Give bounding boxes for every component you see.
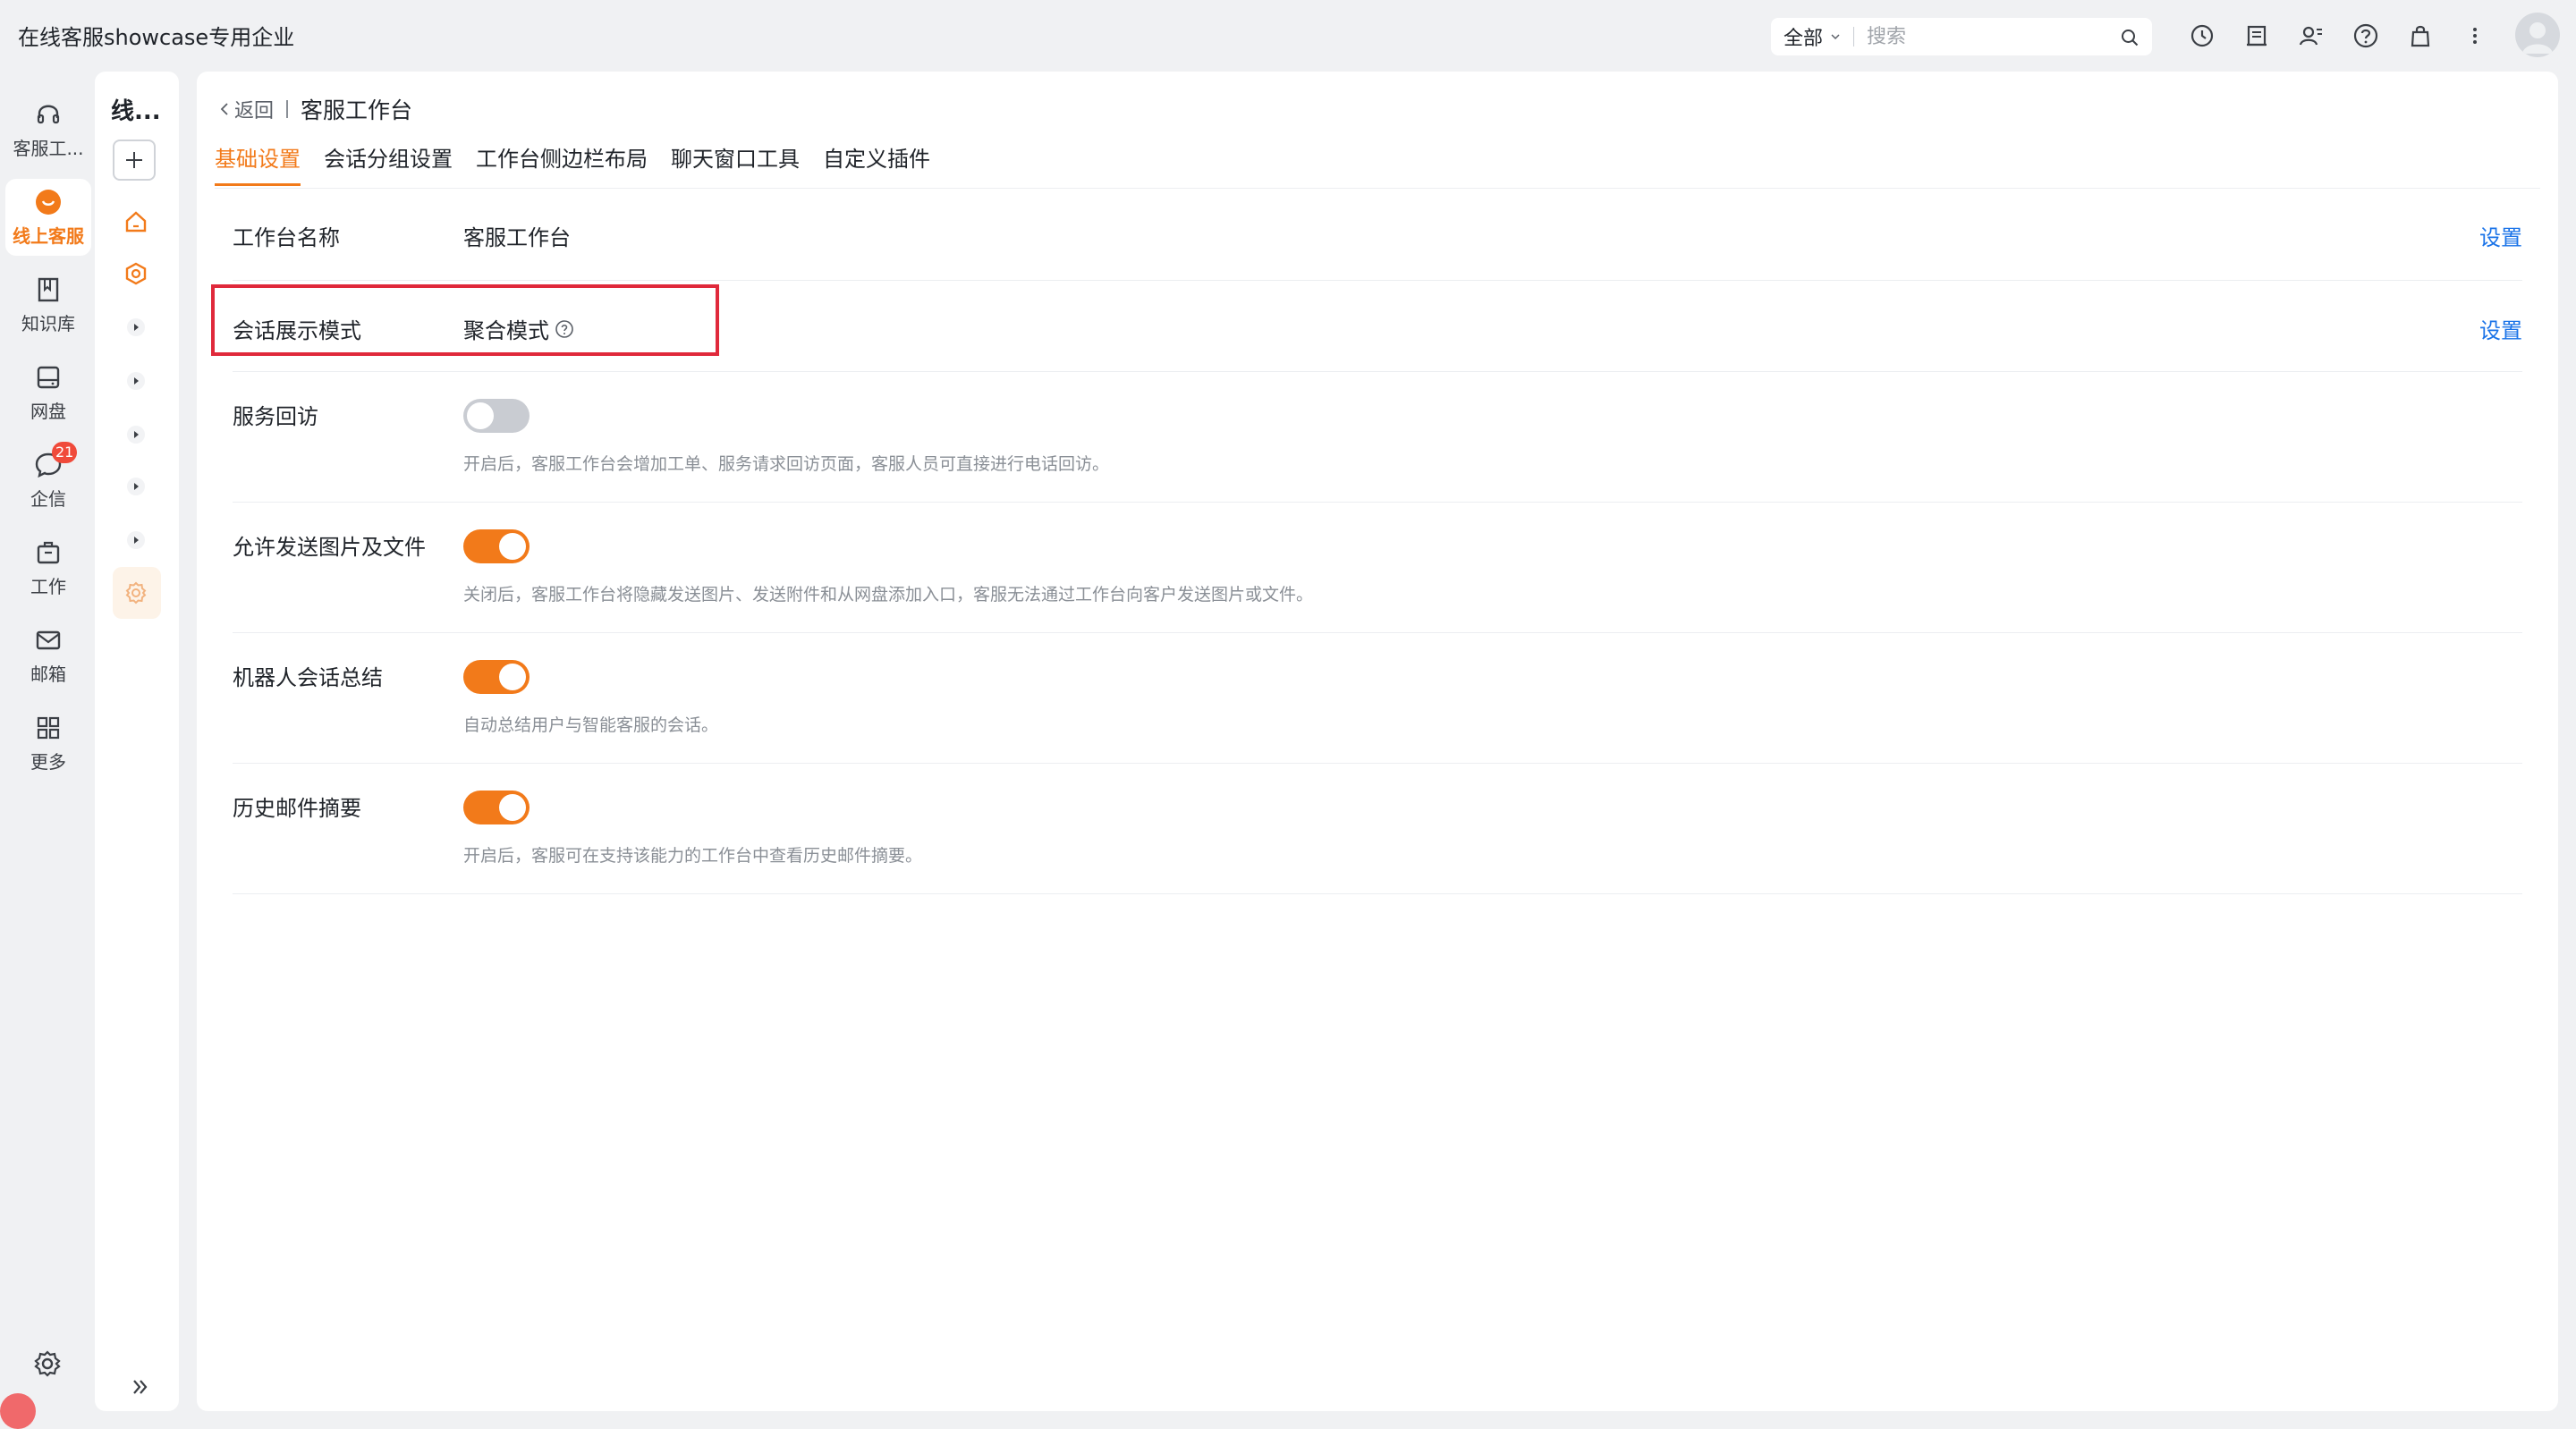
rail-item-label: 工作 [30, 575, 66, 597]
expand-arrow-icon[interactable] [122, 367, 150, 395]
setting-description: 自动总结用户与智能客服的会话。 [463, 715, 719, 735]
rail-item-online-service[interactable]: 线上客服 [5, 179, 91, 256]
setting-value: 客服工作台 [463, 225, 571, 250]
left-rail: 客服工... 线上客服 知识库 网盘 21 企信 工作 邮箱 更多 [0, 72, 93, 1429]
chat-bubble-icon [36, 189, 61, 215]
search-divider [1853, 27, 1855, 47]
setting-label: 服务回访 [233, 404, 318, 429]
clock-icon[interactable] [2186, 20, 2218, 52]
rail-item-mail[interactable]: 邮箱 [5, 617, 91, 694]
setting-row-files: 允许发送图片及文件 关闭后，客服工作台将隐藏发送图片、发送附件和从网盘添加入口，… [233, 503, 2522, 633]
rail-item-label: 更多 [30, 750, 66, 773]
toggle-knob [499, 664, 526, 690]
back-label: 返回 [234, 100, 275, 123]
avatar[interactable] [2515, 13, 2560, 57]
message-icon-wrap: 21 [34, 441, 78, 479]
search-input[interactable] [1867, 25, 2109, 48]
add-button[interactable] [113, 140, 156, 181]
rail-item-knowledge-base[interactable]: 知识库 [5, 266, 91, 343]
mail-toggle[interactable] [463, 791, 530, 824]
setting-label: 历史邮件摘要 [233, 796, 361, 821]
rail-item-messenger[interactable]: 21 企信 [5, 441, 91, 519]
rail-item-label: 企信 [30, 487, 66, 510]
main-panel: 返回 客服工作台 基础设置 会话分组设置 工作台侧边栏布局 聊天窗口工具 自定义… [197, 72, 2558, 1411]
name-settings-link[interactable]: 设置 [2479, 220, 2522, 251]
tab-divider [215, 188, 2540, 189]
expand-arrow-icon[interactable] [122, 420, 150, 449]
toggle-knob [499, 533, 526, 560]
hexagon-icon[interactable] [122, 259, 150, 288]
rail-item-service-desk[interactable]: 客服工... [5, 91, 91, 168]
back-link[interactable]: 返回 [218, 95, 274, 123]
search-icon[interactable] [2120, 28, 2140, 47]
rail-item-label: 网盘 [30, 400, 66, 422]
setting-description: 开启后，客服可在支持该能力的工作台中查看历史邮件摘要。 [463, 846, 923, 866]
rail-item-label: 客服工... [13, 137, 84, 159]
rail-item-drive[interactable]: 网盘 [5, 354, 91, 431]
briefcase-icon [37, 541, 60, 563]
double-chevron-right-icon[interactable] [129, 1375, 152, 1399]
grid-icon [37, 716, 60, 739]
toggle-knob [499, 794, 526, 821]
setting-description: 关闭后，客服工作台将隐藏发送图片、发送附件和从网盘添加入口，客服无法通过工作台向… [463, 585, 1314, 605]
expand-arrow-icon[interactable] [122, 472, 150, 501]
setting-row-mail: 历史邮件摘要 开启后，客服可在支持该能力的工作台中查看历史邮件摘要。 [233, 764, 2522, 894]
summary-toggle[interactable] [463, 660, 530, 694]
status-dot [0, 1393, 36, 1429]
drive-icon [37, 366, 60, 388]
breadcrumb: 返回 客服工作台 [218, 93, 412, 125]
setting-label: 机器人会话总结 [233, 665, 383, 690]
followup-toggle[interactable] [463, 399, 530, 433]
setting-row-name: 工作台名称 客服工作台 设置 [233, 190, 2522, 281]
chevron-left-icon [220, 103, 228, 115]
rail-item-more[interactable]: 更多 [5, 705, 91, 782]
search-scope-label: 全部 [1784, 28, 1824, 50]
toggle-knob [467, 402, 494, 429]
tab-bar: 基础设置 会话分组设置 工作台侧边栏布局 聊天窗口工具 自定义插件 [215, 141, 953, 188]
secondary-rail: 线... [95, 72, 179, 1411]
tab-session-groups[interactable]: 会话分组设置 [324, 141, 453, 186]
book-icon [38, 277, 59, 301]
tab-custom-plugins[interactable]: 自定义插件 [823, 141, 930, 186]
tab-sidebar-layout[interactable]: 工作台侧边栏布局 [476, 141, 648, 186]
settings-gear-icon[interactable] [32, 1349, 63, 1379]
bag-icon[interactable] [2404, 20, 2436, 52]
rail-item-label: 线上客服 [13, 224, 84, 247]
tab-basic-settings[interactable]: 基础设置 [215, 141, 301, 186]
tab-chat-tools[interactable]: 聊天窗口工具 [671, 141, 800, 186]
unread-badge: 21 [52, 441, 78, 463]
mail-icon [36, 630, 61, 649]
setting-label: 工作台名称 [233, 225, 340, 250]
breadcrumb-divider [286, 100, 289, 118]
setting-row-followup: 服务回访 开启后，客服工作台会增加工单、服务请求回访页面，客服人员可直接进行电话… [233, 372, 2522, 503]
setting-label: 允许发送图片及文件 [233, 535, 426, 560]
headset-icon [37, 105, 60, 123]
more-vertical-icon[interactable] [2459, 20, 2491, 52]
setting-row-summary: 机器人会话总结 自动总结用户与智能客服的会话。 [233, 633, 2522, 764]
secondary-rail-title: 线... [111, 98, 161, 125]
setting-description: 开启后，客服工作台会增加工单、服务请求回访页面，客服人员可直接进行电话回访。 [463, 454, 1110, 474]
files-toggle[interactable] [463, 529, 530, 563]
help-circle-icon[interactable] [2350, 20, 2382, 52]
rail-item-work[interactable]: 工作 [5, 529, 91, 606]
mode-settings-link[interactable]: 设置 [2479, 313, 2522, 344]
top-icon-group [2186, 20, 2513, 52]
plus-icon [126, 152, 142, 168]
expand-arrow-icon[interactable] [122, 526, 150, 554]
top-bar: 在线客服showcase专用企业 全部 [0, 0, 2576, 72]
rail-item-label: 邮箱 [30, 663, 66, 685]
document-icon[interactable] [2241, 20, 2273, 52]
gear-icon[interactable] [122, 579, 150, 607]
chevron-down-icon [1831, 34, 1840, 40]
app-title: 在线客服showcase专用企业 [18, 25, 295, 50]
search-scope-select[interactable]: 全部 [1784, 22, 1841, 51]
page-title: 客服工作台 [301, 97, 413, 123]
expand-arrow-icon[interactable] [122, 313, 150, 342]
home-icon[interactable] [122, 207, 150, 236]
rail-item-label: 知识库 [21, 312, 75, 334]
search-box[interactable]: 全部 [1771, 18, 2152, 55]
contacts-icon[interactable] [2295, 20, 2327, 52]
highlight-annotation [211, 284, 719, 356]
